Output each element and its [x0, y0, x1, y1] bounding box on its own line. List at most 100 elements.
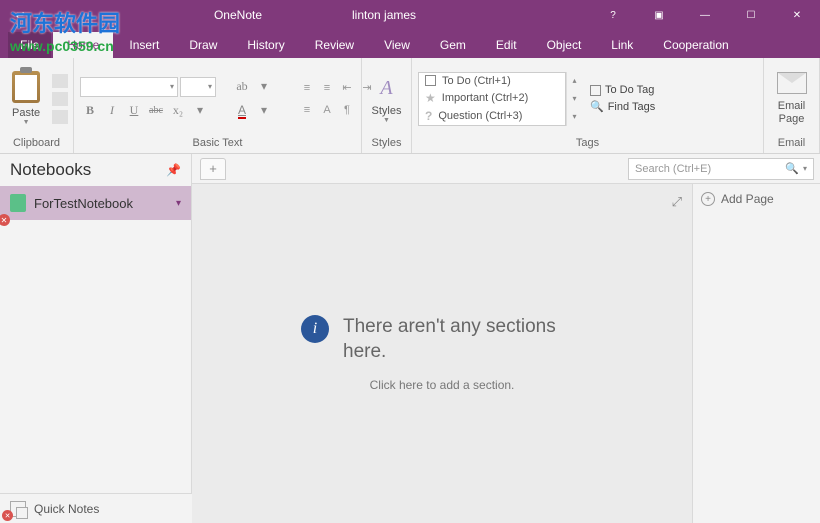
plus-icon: +: [701, 192, 715, 206]
empty-subtitle[interactable]: Click here to add a section.: [370, 378, 515, 392]
clipboard-icon: [12, 71, 40, 103]
notebook-item[interactable]: ForTestNotebook ▾ ✕: [0, 186, 191, 220]
tab-history[interactable]: History: [233, 32, 298, 58]
notebook-name: ForTestNotebook: [34, 196, 133, 211]
group-email: Email Page Email: [764, 58, 820, 153]
bold-button[interactable]: B: [80, 101, 100, 121]
search-input[interactable]: Search (Ctrl+E) 🔍 ▾: [628, 158, 814, 180]
close-button[interactable]: ✕: [774, 0, 820, 30]
sync-error-icon: ✕: [2, 510, 13, 521]
expand-icon[interactable]: ⤢: [672, 194, 682, 210]
user-name[interactable]: linton james: [352, 8, 416, 22]
add-section-button[interactable]: +: [200, 158, 226, 180]
tab-link[interactable]: Link: [597, 32, 647, 58]
gallery-down-button[interactable]: ▾: [567, 90, 582, 108]
copy-button[interactable]: [52, 92, 68, 106]
tag-gallery[interactable]: To Do (Ctrl+1) ★ Important (Ctrl+2) ? Qu…: [418, 72, 566, 126]
font-family-combo[interactable]: [80, 77, 178, 97]
underline-button[interactable]: U: [124, 101, 144, 121]
tab-gem[interactable]: Gem: [426, 32, 480, 58]
tab-cooperation[interactable]: Cooperation: [649, 32, 742, 58]
tab-draw[interactable]: Draw: [175, 32, 231, 58]
tag-todo[interactable]: To Do (Ctrl+1): [419, 73, 565, 89]
ribbon-options-button[interactable]: ▣: [636, 0, 682, 30]
group-styles: A Styles ▼ Styles: [362, 58, 412, 153]
strike-button[interactable]: abc: [146, 101, 166, 121]
checkbox-icon: [425, 75, 436, 86]
page-panel: + Add Page: [692, 184, 820, 523]
group-label: Basic Text: [80, 135, 355, 151]
maximize-button[interactable]: ☐: [728, 0, 774, 30]
outdent-button[interactable]: ⇤: [338, 79, 356, 97]
ribbon-tabs: File Home Insert Draw History Review Vie…: [0, 30, 820, 58]
tab-review[interactable]: Review: [301, 32, 368, 58]
quick-notes-button[interactable]: Quick Notes ✕: [0, 493, 192, 523]
sync-error-icon: ✕: [0, 214, 10, 226]
italic-button[interactable]: I: [102, 101, 122, 121]
highlight-button[interactable]: ab: [232, 77, 252, 97]
tag-question[interactable]: ? Question (Ctrl+3): [419, 107, 565, 125]
section-tabstrip: + Search (Ctrl+E) 🔍 ▾: [192, 154, 820, 184]
subscript-button[interactable]: x₂: [168, 101, 188, 121]
chevron-down-icon: ▾: [176, 198, 181, 209]
notebooks-header[interactable]: Notebooks 📌: [0, 154, 191, 186]
star-icon: ★: [425, 91, 436, 105]
tab-home[interactable]: Home: [53, 32, 113, 58]
add-page-button[interactable]: + Add Page: [701, 192, 812, 206]
help-button[interactable]: ?: [590, 0, 636, 30]
tag-important[interactable]: ★ Important (Ctrl+2): [419, 89, 565, 107]
group-clipboard: Paste ▼ Clipboard: [0, 58, 74, 153]
cut-button[interactable]: [52, 74, 68, 88]
numbering-button[interactable]: ≡: [318, 79, 336, 97]
group-basic-text: B I U abc x₂ ▾ ab ▾ A ▾: [74, 58, 362, 153]
align-button[interactable]: ≡: [298, 101, 316, 119]
bullets-button[interactable]: ≡: [298, 79, 316, 97]
todo-tag-button[interactable]: To Do Tag: [588, 83, 657, 97]
qat[interactable]: ↩: [0, 8, 40, 22]
tab-object[interactable]: Object: [533, 32, 596, 58]
gallery-more-button[interactable]: ▾: [567, 108, 582, 126]
content-area: Notebooks 📌 ForTestNotebook ▾ ✕ + Search…: [0, 154, 820, 523]
highlight-dd[interactable]: ▾: [254, 77, 274, 97]
styles-label: Styles: [372, 105, 402, 117]
minimize-button[interactable]: —: [682, 0, 728, 30]
question-icon: ?: [425, 109, 432, 123]
tab-insert[interactable]: Insert: [115, 32, 173, 58]
group-tags: To Do (Ctrl+1) ★ Important (Ctrl+2) ? Qu…: [412, 58, 764, 153]
title-bar: ↩ OneNote linton james ? ▣ — ☐ ✕: [0, 0, 820, 30]
search-dropdown-icon[interactable]: ▾: [803, 164, 807, 173]
app-title: OneNote: [214, 8, 262, 22]
pin-icon[interactable]: 📌: [166, 163, 181, 177]
page-canvas[interactable]: ⤢ i There aren't any sections here. Clic…: [192, 184, 692, 523]
format-painter-button[interactable]: [52, 110, 68, 124]
more-font-button[interactable]: ▾: [190, 101, 210, 121]
ribbon: Paste ▼ Clipboard B I U: [0, 58, 820, 154]
paste-button[interactable]: Paste ▼: [6, 69, 46, 128]
styles-button[interactable]: A Styles ▼: [366, 71, 408, 126]
gallery-up-button[interactable]: ▴: [567, 72, 582, 90]
group-label: Clipboard: [6, 135, 67, 151]
clear-format-button[interactable]: A: [318, 101, 336, 119]
info-icon: i: [301, 315, 329, 343]
email-page-button[interactable]: Email Page: [771, 70, 813, 126]
search-icon: 🔍: [590, 100, 604, 113]
envelope-icon: [777, 72, 807, 94]
email-label: Email Page: [778, 100, 806, 124]
tab-view[interactable]: View: [370, 32, 424, 58]
paste-label: Paste: [12, 107, 40, 119]
group-label: Email: [770, 135, 813, 151]
para-spacing-button[interactable]: ¶: [338, 101, 356, 119]
group-label: Styles: [368, 135, 405, 151]
font-color-button[interactable]: A: [232, 101, 252, 121]
notebook-sidebar: Notebooks 📌 ForTestNotebook ▾ ✕: [0, 154, 192, 523]
font-color-dd[interactable]: ▾: [254, 101, 274, 121]
styles-icon: A: [374, 73, 400, 103]
file-tab[interactable]: File: [8, 32, 51, 58]
search-icon: 🔍: [785, 162, 799, 175]
checkbox-icon: [590, 85, 601, 96]
notebook-icon: [10, 194, 26, 212]
font-size-combo[interactable]: [180, 77, 216, 97]
find-tags-button[interactable]: 🔍 Find Tags: [588, 99, 657, 114]
tab-edit[interactable]: Edit: [482, 32, 531, 58]
search-placeholder: Search (Ctrl+E): [635, 163, 711, 175]
